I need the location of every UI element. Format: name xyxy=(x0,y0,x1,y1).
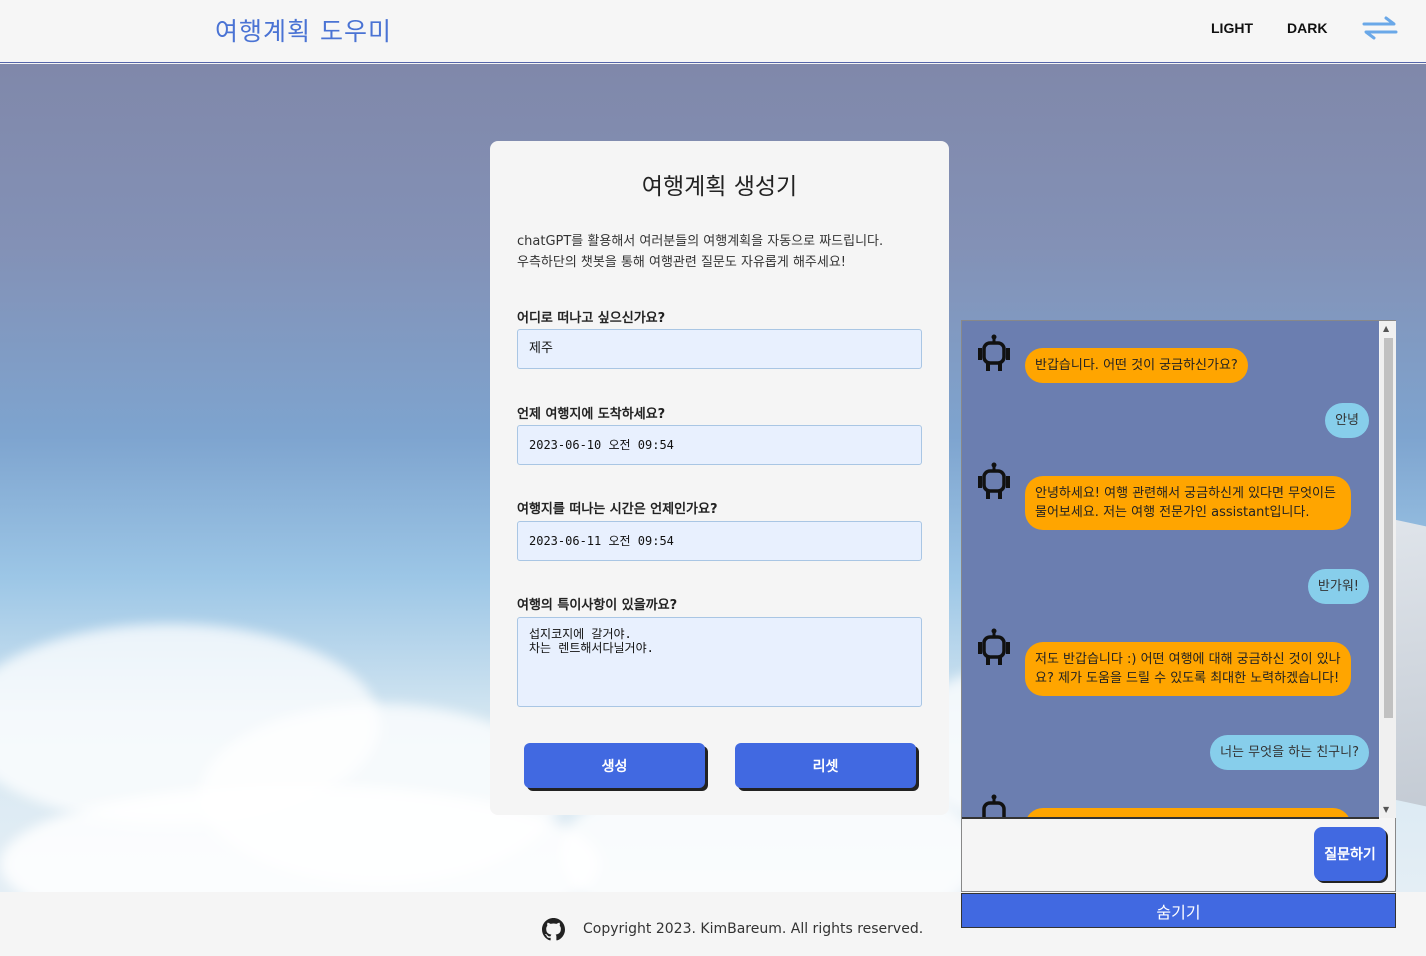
copyright-text: Copyright 2023. KimBareum. All rights re… xyxy=(583,921,924,937)
github-icon[interactable] xyxy=(542,918,565,941)
departure-label: 여행지를 떠나는 시간은 언제인가요? xyxy=(517,502,718,517)
description-line-1: chatGPT를 활용해서 여러분들의 여행계획을 자동으로 짜드립니다. xyxy=(517,234,884,249)
site-logo[interactable]: 여행계획 도우미 xyxy=(215,12,392,48)
swap-arrows-icon[interactable] xyxy=(1362,16,1398,40)
destination-input[interactable]: 제주 xyxy=(517,329,922,369)
reset-button[interactable]: 리셋 xyxy=(735,743,916,788)
chatbot-panel: 반갑습니다. 어떤 것이 궁금하신가요? 안녕 안녕하세요! 여행 관련해서 궁… xyxy=(961,320,1396,892)
generate-button[interactable]: 생성 xyxy=(524,743,705,788)
user-message: 반가워! xyxy=(1307,569,1369,604)
robot-icon xyxy=(978,334,1010,371)
scroll-up-icon[interactable]: ▲ xyxy=(1383,324,1389,333)
arrival-label: 언제 여행지에 도착하세요? xyxy=(517,407,666,422)
card-title: 여행계획 생성기 xyxy=(641,174,798,200)
scroll-thumb[interactable] xyxy=(1384,338,1393,718)
user-message: 너는 무엇을 하는 친구니? xyxy=(1210,735,1369,770)
chat-input-area: 질문하기 xyxy=(962,819,1395,891)
bot-message: 반갑습니다. 어떤 것이 궁금하신가요? xyxy=(1025,348,1248,383)
dark-theme-button[interactable]: DARK xyxy=(1287,20,1327,36)
airplane-wing xyxy=(1395,519,1426,809)
light-theme-button[interactable]: LIGHT xyxy=(1211,20,1253,36)
destination-label: 어디로 떠나고 싶으신가요? xyxy=(517,311,666,326)
bot-message: 안녕하세요! 여행 관련해서 궁금하신게 있다면 무엇이든 물어보세요. 저는 … xyxy=(1025,476,1351,530)
trip-planner-card: 여행계획 생성기 chatGPT를 활용해서 여러분들의 여행계획을 자동으로 … xyxy=(490,141,949,815)
scroll-down-icon[interactable]: ▼ xyxy=(1383,805,1389,814)
chat-log[interactable]: 반갑습니다. 어떤 것이 궁금하신가요? 안녕 안녕하세요! 여행 관련해서 궁… xyxy=(962,321,1379,819)
bot-message-partial xyxy=(1025,808,1351,817)
departure-datetime-input[interactable]: 2023-06-11 오전 09:54 xyxy=(517,521,922,561)
description-line-2: 우측하단의 챗봇을 통해 여행관련 질문도 자유롭게 해주세요! xyxy=(517,255,847,270)
user-message: 안녕 xyxy=(1325,403,1369,438)
robot-icon xyxy=(982,794,1006,817)
notes-textarea[interactable]: 섭지코지에 갈거야. 차는 렌트해서다닐거야. xyxy=(517,617,922,707)
arrival-datetime-input[interactable]: 2023-06-10 오전 09:54 xyxy=(517,425,922,465)
top-header: 여행계획 도우미 LIGHT DARK xyxy=(0,0,1426,63)
notes-label: 여행의 특이사항이 있을까요? xyxy=(517,598,678,613)
robot-icon xyxy=(978,462,1010,499)
hide-chat-button[interactable]: 숨기기 xyxy=(961,893,1396,928)
chat-question-input[interactable] xyxy=(962,819,1307,889)
bot-message: 저도 반갑습니다 :) 어떤 여행에 대해 궁금하신 것이 있나요? 제가 도움… xyxy=(1025,642,1351,696)
ask-button[interactable]: 질문하기 xyxy=(1314,827,1386,881)
chat-scrollbar[interactable]: ▲ ▼ xyxy=(1380,321,1396,818)
robot-icon xyxy=(978,628,1010,665)
card-description: chatGPT를 활용해서 여러분들의 여행계획을 자동으로 짜드립니다. 우측… xyxy=(517,231,927,273)
